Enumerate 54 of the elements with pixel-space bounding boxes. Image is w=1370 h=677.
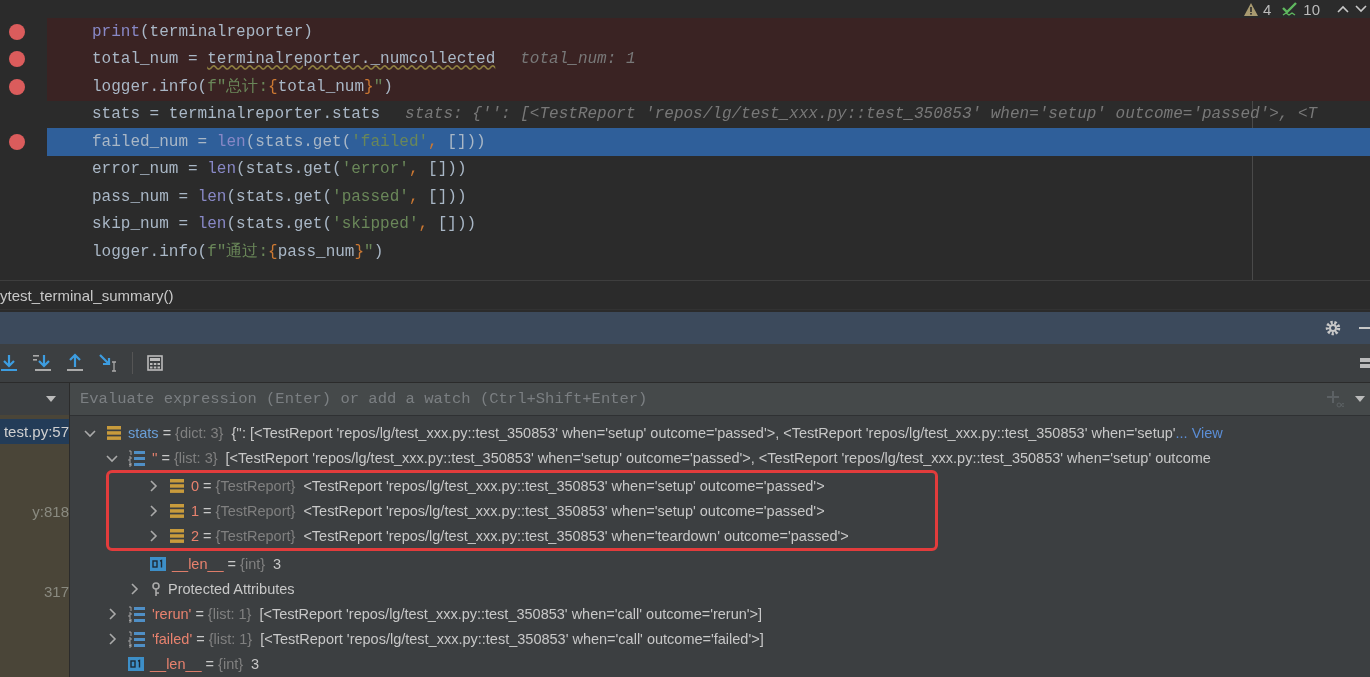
chevron-right-icon[interactable]	[106, 632, 118, 645]
chevron-right-icon[interactable]	[147, 504, 159, 517]
force-step-into-icon[interactable]	[32, 353, 52, 373]
object-icon	[106, 424, 122, 441]
variable-entry[interactable]: Protected Attributes	[168, 580, 295, 597]
dropdown-caret-icon[interactable]	[45, 395, 57, 403]
code-line: logger.info(f"通过:{pass_num}")	[91, 241, 385, 264]
variable-entry[interactable]: stats = {dict: 3} {'': [<TestReport 'repos/lg/test_xxx.py::test_350853' when='setup' outcome='passed'>, <TestReport 'repos/lg/test_xxx.py::test_350853' when='setup'	[128, 424, 1176, 441]
variable-entry[interactable]: '' = {list: 3} [<TestReport 'repos/lg/test_xxx.py::test_350853' when='setup' outcome='passed'>, <TestReport 'repos/lg/test_xxx.py::test_350853' when='setup' outcome	[152, 449, 1211, 466]
variable-entry[interactable]: 2 = {TestReport} <TestReport 'repos/lg/test_xxx.py::test_350853' when='teardown' outcome='passed'>	[191, 527, 849, 544]
chevron-right-icon[interactable]	[128, 582, 140, 595]
code-line: error_num = len(stats.get('error', []))	[91, 159, 468, 181]
integer-icon	[128, 656, 144, 671]
key-icon	[150, 580, 162, 597]
inspection-widget[interactable]: 4 10	[1242, 0, 1370, 18]
numbered-list-icon	[128, 604, 146, 623]
chevron-down-icon[interactable]	[1354, 4, 1368, 14]
check-count: 10	[1303, 0, 1320, 18]
variable-entry[interactable]: 'failed' = {list: 1} [<TestReport 'repos/lg/test_xxx.py::test_350853' when='call' outcome='failed'>]	[152, 630, 764, 647]
object-icon	[169, 502, 185, 519]
chevron-right-icon[interactable]	[147, 479, 159, 492]
code-line: skip_num = len(stats.get('skipped', []))	[91, 214, 478, 236]
variable-entry[interactable]: __len__ = {int} 3	[172, 555, 282, 572]
breakpoint-icon[interactable]	[9, 133, 25, 150]
variable-entry[interactable]: 0 = {TestReport} <TestReport 'repos/lg/test_xxx.py::test_350853' when='setup' outcome='passed'>	[191, 477, 825, 494]
settings-icon[interactable]	[1324, 319, 1342, 337]
breakpoint-icon[interactable]	[9, 23, 25, 40]
inline-value-hint: total_num: 1	[520, 50, 636, 69]
variable-entry[interactable]: 1 = {TestReport} <TestReport 'repos/lg/test_xxx.py::test_350853' when='setup' outcome='passed'>	[191, 502, 825, 519]
stack-frame-item[interactable]: test.py:57	[0, 419, 69, 444]
breakpoint-icon[interactable]	[9, 78, 25, 95]
code-line: pass_num = len(stats.get('passed', []))	[91, 186, 468, 208]
breadcrumb[interactable]: ytest_terminal_summary()	[0, 286, 174, 304]
chevron-right-icon[interactable]	[147, 529, 159, 542]
object-icon	[169, 527, 185, 544]
step-into-icon[interactable]	[0, 353, 18, 373]
chevron-up-icon[interactable]	[1336, 4, 1350, 14]
numbered-list-icon	[128, 629, 146, 648]
dropdown-caret-icon[interactable]	[1354, 395, 1366, 403]
code-line: stats = terminalreporter.stats stats: {'': [<TestReport 'repos/lg/test_xxx.py::test_350853' when='setup' outcome='passed'>, <T	[91, 104, 1319, 126]
step-out-icon[interactable]	[66, 353, 84, 373]
layout-icon[interactable]	[1360, 356, 1370, 370]
object-icon	[169, 477, 185, 494]
variable-entry[interactable]: __len__ = {int} 3	[150, 655, 260, 672]
numbered-list-icon	[128, 448, 146, 467]
chevron-right-icon[interactable]	[106, 607, 118, 620]
check-icon	[1281, 1, 1300, 17]
integer-icon	[150, 556, 166, 571]
inline-value-hint: stats: {'': [<TestReport 'repos/lg/test_xxx.py::test_350853' when='setup' outcome='passed'>, <T	[405, 105, 1318, 124]
calculator-icon[interactable]	[147, 355, 163, 371]
variable-entry[interactable]: 'rerun' = {list: 1} [<TestReport 'repos/lg/test_xxx.py::test_350853' when='call' outcome='rerun'>]	[152, 605, 763, 622]
warning-count: 4	[1262, 0, 1272, 18]
breakpoint-icon[interactable]	[9, 51, 25, 68]
run-to-cursor-icon[interactable]	[98, 353, 118, 373]
